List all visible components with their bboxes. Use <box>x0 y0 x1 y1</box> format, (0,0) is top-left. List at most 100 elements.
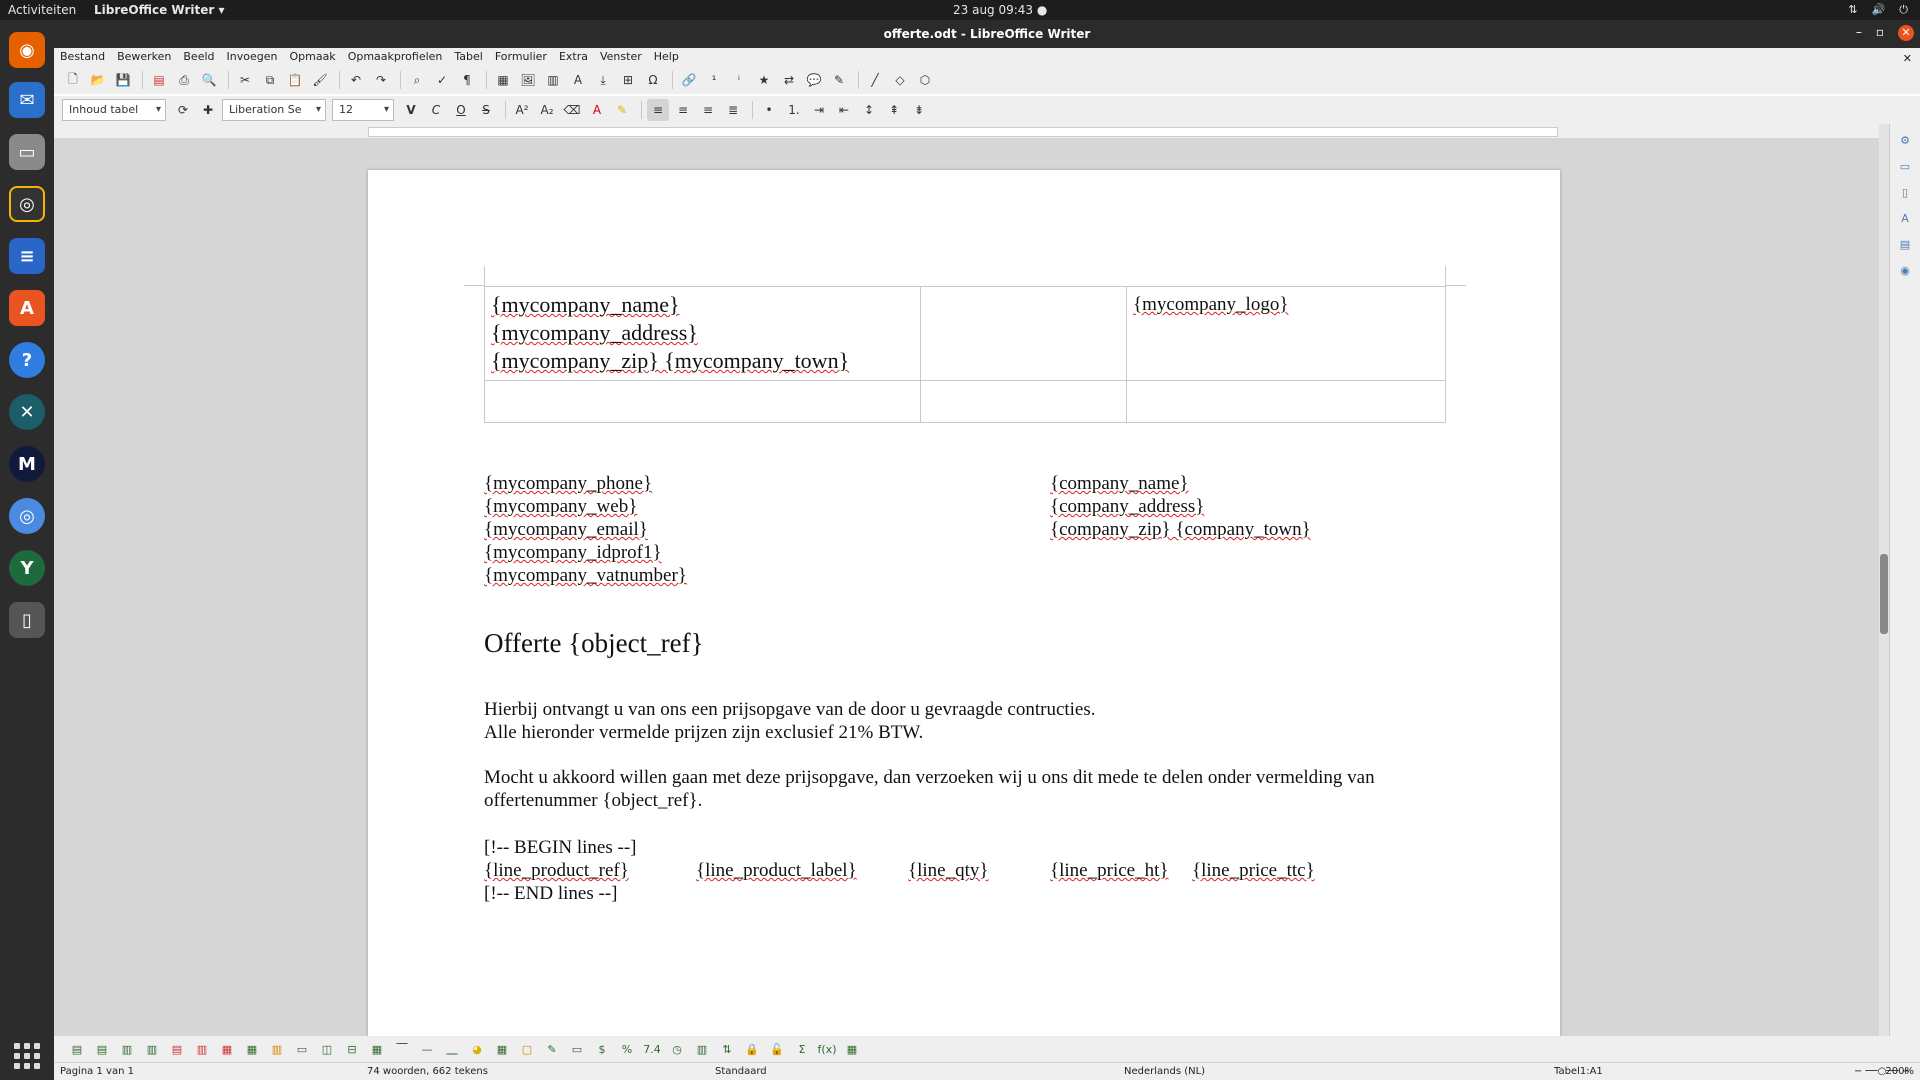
justify-icon[interactable]: ≣ <box>722 99 744 121</box>
scrollbar-thumb[interactable] <box>1880 554 1888 634</box>
page-icon[interactable]: ▭ <box>1895 156 1915 176</box>
numbered-list-icon[interactable]: 1. <box>783 99 805 121</box>
app-menu[interactable]: LibreOffice Writer ▾ <box>94 3 224 17</box>
insert-column-after-icon[interactable]: ▥ <box>141 1039 163 1059</box>
number-format-currency-icon[interactable]: $ <box>591 1039 613 1059</box>
font-size-select[interactable]: 12 <box>332 99 394 121</box>
app-icon[interactable]: Y <box>9 550 45 586</box>
volume-icon[interactable]: 🔊 <box>1872 3 1886 17</box>
mycompany-vatnumber-field[interactable]: {mycompany_vatnumber} <box>484 564 687 587</box>
decrease-indent-icon[interactable]: ⇤ <box>833 99 855 121</box>
special-character-icon[interactable]: Ω <box>642 69 664 91</box>
formula-icon[interactable]: f(x) <box>816 1039 838 1059</box>
hyperlink-icon[interactable]: 🔗 <box>678 69 700 91</box>
table-cell[interactable] <box>920 380 1127 423</box>
menu-extra[interactable]: Extra <box>559 48 588 66</box>
begin-lines-marker[interactable]: [!-- BEGIN lines --] <box>484 836 636 859</box>
autoformat-icon[interactable]: ▦ <box>491 1039 513 1059</box>
border-color-icon[interactable]: ▭ <box>566 1039 588 1059</box>
company-zip-town-field[interactable]: {company_zip} {company_town} <box>1050 518 1311 541</box>
clear-formatting-icon[interactable]: ⌫ <box>561 99 583 121</box>
align-top-icon[interactable]: ⎺ <box>391 1039 413 1059</box>
select-column-icon[interactable]: ▥ <box>266 1039 288 1059</box>
sum-icon[interactable]: Σ <box>791 1039 813 1059</box>
agreement-line-2[interactable]: offertenummer {object_ref}. <box>484 789 1375 812</box>
intro-paragraph[interactable]: Hierbij ontvangt u van ons een prijsopga… <box>484 698 1096 744</box>
subscript-icon[interactable]: A₂ <box>536 99 558 121</box>
offer-heading[interactable]: Offerte {object_ref} <box>484 628 704 659</box>
borders-icon[interactable]: ▢ <box>516 1039 538 1059</box>
comment-icon[interactable]: 💬 <box>803 69 825 91</box>
mycompany-idprof1-field[interactable]: {mycompany_idprof1} <box>484 541 687 564</box>
contact-block[interactable]: {mycompany_phone} {mycompany_web} {mycom… <box>484 472 687 587</box>
number-format-decimal-icon[interactable]: 7.4 <box>641 1039 663 1059</box>
chromium-icon[interactable]: ◎ <box>9 498 45 534</box>
device-icon[interactable]: ▯ <box>9 602 45 638</box>
cross-reference-icon[interactable]: ⇄ <box>778 69 800 91</box>
end-lines-marker[interactable]: [!-- END lines --] <box>484 882 617 905</box>
company-address-field[interactable]: {company_address} <box>1050 495 1311 518</box>
navigator-icon[interactable]: ◉ <box>1895 260 1915 280</box>
align-right-icon[interactable]: ≡ <box>697 99 719 121</box>
system-tray[interactable]: ⇅ 🔊 ⏻ <box>1848 3 1908 17</box>
menu-venster[interactable]: Venster <box>600 48 642 66</box>
remote-desktop-icon[interactable]: ✕ <box>9 394 45 430</box>
number-format-date-icon[interactable]: ◷ <box>666 1039 688 1059</box>
writer-icon[interactable]: ≡ <box>9 238 45 274</box>
line-qty-field[interactable]: {line_qty} <box>908 859 989 882</box>
protect-cells-icon[interactable]: 🔒 <box>741 1039 763 1059</box>
align-bottom-icon[interactable]: ⎽ <box>441 1039 463 1059</box>
insert-field-icon[interactable]: ⊞ <box>617 69 639 91</box>
close-icon[interactable]: ✕ <box>1898 25 1914 41</box>
split-cells-icon[interactable]: ◫ <box>316 1039 338 1059</box>
customer-block[interactable]: {company_name} {company_address} {compan… <box>1050 472 1311 541</box>
basic-shapes-icon[interactable]: ◇ <box>889 69 911 91</box>
insert-table-icon[interactable]: ▦ <box>492 69 514 91</box>
table-cell[interactable] <box>920 286 1127 381</box>
mycompany-logo-field[interactable]: {mycompany_logo} <box>1133 294 1288 315</box>
spelling-icon[interactable]: ✓ <box>431 69 453 91</box>
clone-formatting-icon[interactable]: 🖌 <box>309 69 331 91</box>
network-icon[interactable]: ⇅ <box>1848 3 1857 17</box>
font-color-icon[interactable]: A <box>586 99 608 121</box>
insert-image-icon[interactable]: 🖼 <box>517 69 539 91</box>
menu-bewerken[interactable]: Bewerken <box>117 48 171 66</box>
maximize-icon[interactable]: ▫ <box>1876 25 1884 41</box>
open-icon[interactable]: 📂 <box>87 69 109 91</box>
font-name-select[interactable]: Liberation Se <box>222 99 326 121</box>
menu-invoegen[interactable]: Invoegen <box>227 48 278 66</box>
zoom-level[interactable]: 200% <box>1885 1066 1914 1077</box>
footnote-icon[interactable]: ¹ <box>703 69 725 91</box>
insert-row-above-icon[interactable]: ▤ <box>66 1039 88 1059</box>
menu-opmaakprofielen[interactable]: Opmaakprofielen <box>348 48 443 66</box>
company-address-cell[interactable]: {mycompany_name} {mycompany_address} {my… <box>484 286 921 381</box>
logo-cell[interactable]: {mycompany_logo} <box>1126 286 1446 381</box>
line-spacing-icon[interactable]: ↕ <box>858 99 880 121</box>
superscript-icon[interactable]: A² <box>511 99 533 121</box>
cut-icon[interactable]: ✂ <box>234 69 256 91</box>
agreement-paragraph[interactable]: Mocht u akkoord willen gaan met deze pri… <box>484 766 1375 812</box>
files-icon[interactable]: ▭ <box>9 134 45 170</box>
page-count[interactable]: Pagina 1 van 1 <box>60 1066 134 1077</box>
undo-icon[interactable]: ↶ <box>345 69 367 91</box>
insert-column-before-icon[interactable]: ▥ <box>116 1039 138 1059</box>
sort-icon[interactable]: ⇅ <box>716 1039 738 1059</box>
cell-background-icon[interactable]: ◕ <box>466 1039 488 1059</box>
bold-button[interactable]: V <box>400 99 422 121</box>
page-style[interactable]: Standaard <box>715 1066 767 1077</box>
paste-icon[interactable]: 📋 <box>284 69 306 91</box>
copy-icon[interactable]: ⧉ <box>259 69 281 91</box>
insert-caption-icon[interactable]: ▥ <box>691 1039 713 1059</box>
mycompany-name-field[interactable]: {mycompany_name} <box>491 291 914 319</box>
bullet-list-icon[interactable]: • <box>758 99 780 121</box>
table-properties-icon[interactable]: ▦ <box>841 1039 863 1059</box>
app-grid-icon[interactable] <box>14 1043 40 1069</box>
horizontal-ruler[interactable] <box>54 124 1879 138</box>
language[interactable]: Nederlands (NL) <box>1124 1066 1205 1077</box>
intro-line-1[interactable]: Hierbij ontvangt u van ons een prijsopga… <box>484 698 1096 721</box>
unprotect-cells-icon[interactable]: 🔓 <box>766 1039 788 1059</box>
firefox-icon[interactable]: ◉ <box>9 32 45 68</box>
align-middle-icon[interactable]: — <box>416 1039 438 1059</box>
rhythmbox-icon[interactable]: ◎ <box>9 186 45 222</box>
merge-cells-icon[interactable]: ▭ <box>291 1039 313 1059</box>
